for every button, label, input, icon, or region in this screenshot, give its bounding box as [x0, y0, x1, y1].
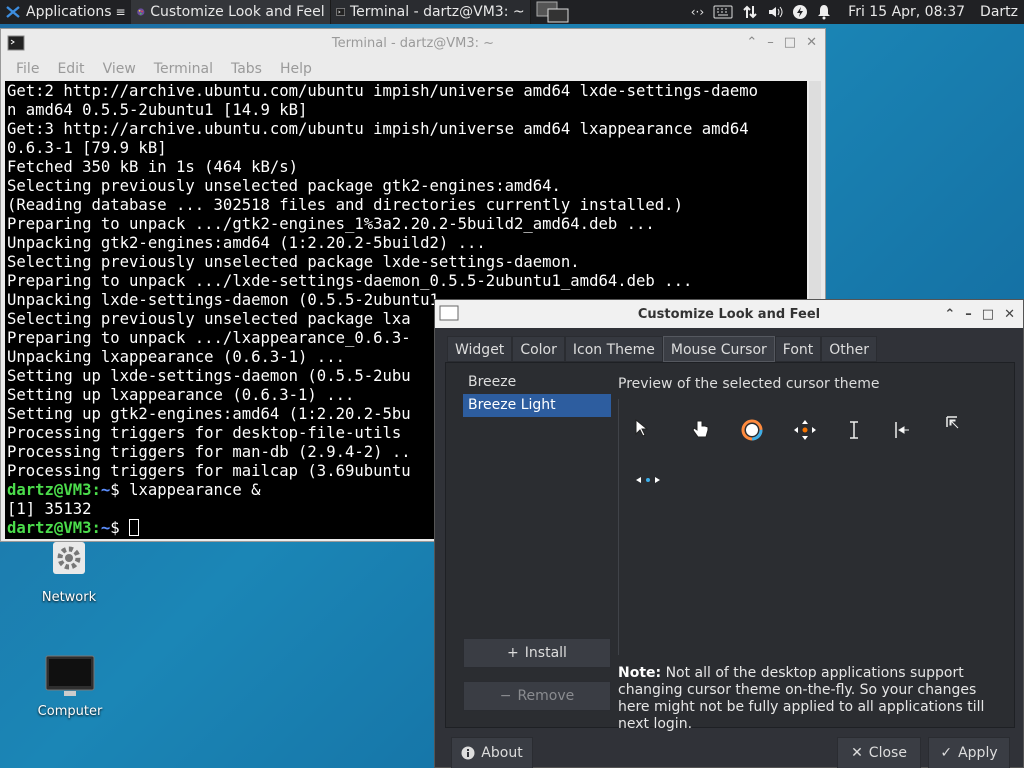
monitor-icon	[45, 655, 95, 696]
dialog-title: Customize Look and Feel	[637, 307, 821, 322]
volume-icon[interactable]	[767, 4, 783, 20]
taskbar: Applications ≡ Customize Look and Feel T…	[0, 0, 1024, 24]
preview-label: Preview of the selected cursor theme	[618, 376, 880, 392]
horizontal-resize-cursor-icon	[636, 477, 660, 483]
cursor-theme-list: Breeze Breeze Light	[463, 371, 611, 417]
terminal-title: Terminal - dartz@VM3: ~	[331, 36, 495, 51]
menu-edit[interactable]: Edit	[48, 61, 93, 77]
minimize-icon[interactable]: –	[965, 307, 972, 322]
menu-file[interactable]: File	[7, 61, 48, 77]
terminal-line: Preparing to unpack .../gtk2-engines_1%3…	[7, 215, 655, 233]
terminal-line: Get:3 http://archive.ubuntu.com/ubuntu i…	[7, 120, 749, 138]
user-name[interactable]: Dartz	[980, 4, 1018, 20]
busy-cursor-icon	[741, 419, 763, 441]
close-button[interactable]: ✕ Close	[837, 737, 921, 768]
transfer-arrows-icon[interactable]	[742, 4, 758, 20]
close-icon[interactable]: ✕	[806, 35, 817, 50]
desktop-icon-computer[interactable]: Computer	[30, 654, 110, 719]
text-cursor-icon	[850, 421, 858, 439]
terminal-line: Selecting previously unselected package …	[7, 253, 580, 271]
maximize-icon[interactable]: □	[982, 307, 994, 322]
xfce-logo-icon	[6, 6, 20, 18]
menu-lines-icon: ≡	[115, 5, 126, 19]
resize-left-cursor-icon	[895, 422, 909, 438]
tab-widget[interactable]: Widget	[447, 336, 513, 362]
menu-tabs[interactable]: Tabs	[222, 61, 271, 77]
corner-resize-cursor-icon	[946, 416, 959, 429]
terminal-line: 0.6.3-1 [79.9 kB]	[7, 139, 167, 157]
about-button[interactable]: About	[451, 737, 533, 768]
customize-look-dialog[interactable]: Customize Look and Feel ⌃ – □ ✕ Widget C…	[434, 299, 1024, 768]
desktop-icon-label: Computer	[37, 704, 103, 719]
applications-label: Applications	[26, 4, 112, 20]
power-icon[interactable]	[792, 4, 808, 20]
workspace-icon	[536, 1, 569, 23]
palette-icon	[136, 8, 145, 16]
tab-bar: Widget Color Icon Theme Mouse Cursor Fon…	[447, 336, 878, 362]
tab-icon-theme[interactable]: Icon Theme	[564, 336, 663, 362]
checkmark-icon: ✓	[940, 745, 953, 761]
mouse-cursor-panel: Breeze Breeze Light + Install − Remove P…	[445, 362, 1015, 732]
desktop-icon-network[interactable]: Network	[30, 540, 108, 605]
command-text: lxappearance &	[129, 481, 261, 499]
terminal-line: n amd64 0.5.5-2ubuntu1 [14.9 kB]	[7, 101, 308, 119]
tab-color[interactable]: Color	[512, 336, 565, 362]
task-terminal[interactable]: Terminal - dartz@VM3: ~	[330, 0, 531, 24]
keyboard-icon[interactable]	[713, 5, 733, 19]
menu-view[interactable]: View	[94, 61, 145, 77]
note-text: Note: Not all of the desktop application…	[618, 665, 985, 732]
hand-cursor-icon	[692, 420, 709, 438]
apply-button[interactable]: ✓ Apply	[928, 737, 1010, 768]
terminal-line: Unpacking gtk2-engines:amd64 (1:2.20.2-5…	[7, 234, 486, 252]
cursor-preview-area	[618, 399, 998, 655]
maximize-icon[interactable]: □	[784, 35, 796, 50]
task-label: Customize Look and Feel	[150, 4, 325, 20]
list-item[interactable]: Breeze	[463, 371, 611, 394]
remove-button[interactable]: − Remove	[463, 681, 611, 711]
desktop-icon-label: Network	[41, 590, 97, 605]
applications-menu[interactable]: Applications ≡	[0, 0, 131, 24]
info-icon	[461, 746, 475, 760]
move-cursor-icon	[794, 420, 816, 440]
clock[interactable]: Fri 15 Apr, 08:37	[848, 4, 965, 20]
shade-icon[interactable]: ⌃	[944, 307, 955, 322]
terminal-line: Get:2 http://archive.ubuntu.com/ubuntu i…	[7, 82, 759, 100]
minimize-icon[interactable]: –	[767, 35, 774, 50]
menu-terminal[interactable]: Terminal	[145, 61, 222, 77]
terminal-titlebar[interactable]: Terminal - dartz@VM3: ~ ⌃ – □ ✕	[1, 29, 825, 57]
bell-icon[interactable]	[817, 4, 831, 20]
terminal-menubar: File Edit View Terminal Tabs Help	[1, 57, 825, 81]
terminal-line: Selecting previously unselected package …	[7, 177, 561, 195]
shade-icon[interactable]: ⌃	[746, 35, 757, 50]
network-arrows-icon[interactable]: ‹·›	[691, 5, 704, 19]
text-cursor	[129, 519, 140, 536]
terminal-line: Fetched 350 kB in 1s (464 kB/s)	[7, 158, 299, 176]
tab-other[interactable]: Other	[821, 336, 878, 362]
close-icon: ✕	[851, 745, 863, 761]
task-customize-look[interactable]: Customize Look and Feel	[130, 0, 331, 24]
tab-mouse-cursor[interactable]: Mouse Cursor	[662, 336, 775, 362]
terminal-line: (Reading database ... 302518 files and d…	[7, 196, 683, 214]
install-button[interactable]: + Install	[463, 638, 611, 668]
system-tray: ‹·› Fri 15 Apr, 08:37 Dartz	[685, 4, 1024, 20]
task-label: Terminal - dartz@VM3: ~	[349, 4, 525, 20]
menu-help[interactable]: Help	[271, 61, 321, 77]
gear-icon	[53, 542, 85, 574]
minus-icon: −	[499, 688, 512, 704]
dialog-titlebar[interactable]: Customize Look and Feel ⌃ – □ ✕	[435, 300, 1023, 328]
terminal-line: Preparing to unpack .../lxde-settings-da…	[7, 272, 693, 290]
terminal-icon	[335, 8, 345, 16]
workspace-switcher[interactable]	[531, 0, 575, 24]
plus-icon: +	[507, 645, 519, 661]
tab-font[interactable]: Font	[774, 336, 822, 362]
close-icon[interactable]: ✕	[1004, 307, 1015, 322]
list-item-selected[interactable]: Breeze Light	[463, 394, 611, 417]
arrow-cursor-icon	[635, 419, 649, 437]
